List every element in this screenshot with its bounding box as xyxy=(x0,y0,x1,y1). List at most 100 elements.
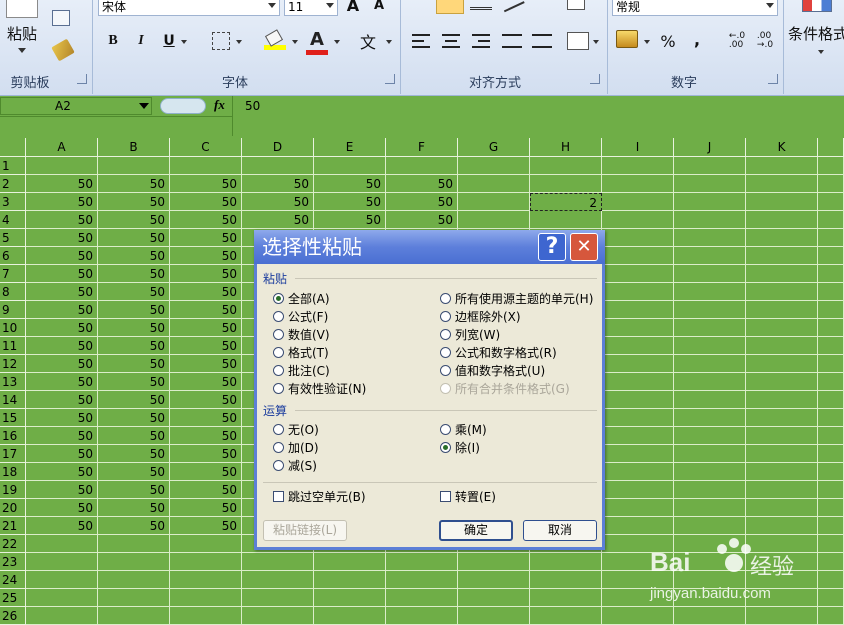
number-format-dropdown-icon[interactable] xyxy=(766,3,774,8)
cell-k16[interactable] xyxy=(746,427,818,445)
cell-l8[interactable] xyxy=(818,283,844,301)
cell-j10[interactable] xyxy=(674,319,746,337)
cell-b8[interactable]: 50 xyxy=(98,283,170,301)
paste-left-option-1[interactable]: 公式(F) xyxy=(273,308,328,324)
cell-d3[interactable]: 50 xyxy=(242,193,314,211)
cell-d4[interactable]: 50 xyxy=(242,211,314,229)
row-header-23[interactable]: 23 xyxy=(0,553,26,571)
cell-h1[interactable] xyxy=(530,157,602,175)
copy-icon[interactable] xyxy=(52,10,70,26)
cell-a22[interactable] xyxy=(26,535,98,553)
cell-f23[interactable] xyxy=(386,553,458,571)
paste-right-radio-2[interactable] xyxy=(440,328,451,340)
cell-j15[interactable] xyxy=(674,409,746,427)
formula-bar-handle[interactable] xyxy=(160,98,206,114)
column-header-h[interactable]: H xyxy=(530,138,602,157)
cell-i7[interactable] xyxy=(602,265,674,283)
cell-e2[interactable]: 50 xyxy=(314,175,386,193)
cell-a7[interactable]: 50 xyxy=(26,265,98,283)
cell-b12[interactable]: 50 xyxy=(98,355,170,373)
row-header-19[interactable]: 19 xyxy=(0,481,26,499)
cell-l7[interactable] xyxy=(818,265,844,283)
cell-j2[interactable] xyxy=(674,175,746,193)
cell-b7[interactable]: 50 xyxy=(98,265,170,283)
cell-a18[interactable]: 50 xyxy=(26,463,98,481)
paste-left-radio-2[interactable] xyxy=(273,328,284,340)
font-name-dropdown-icon[interactable] xyxy=(268,3,276,8)
percent-button[interactable]: % xyxy=(658,30,678,52)
cell-c20[interactable]: 50 xyxy=(170,499,242,517)
cell-g24[interactable] xyxy=(458,571,530,589)
paste-left-option-3[interactable]: 格式(T) xyxy=(273,344,329,360)
paste-right-option-2[interactable]: 列宽(W) xyxy=(440,326,500,342)
conditional-format-dropdown-icon[interactable] xyxy=(818,50,824,54)
cell-a13[interactable]: 50 xyxy=(26,373,98,391)
cell-a5[interactable]: 50 xyxy=(26,229,98,247)
orientation-icon[interactable] xyxy=(501,0,525,13)
cell-a24[interactable] xyxy=(26,571,98,589)
paste-right-option-0[interactable]: 所有使用源主题的单元(H) xyxy=(440,290,593,306)
cell-k14[interactable] xyxy=(746,391,818,409)
cell-e23[interactable] xyxy=(314,553,386,571)
cell-b26[interactable] xyxy=(98,607,170,625)
cell-j7[interactable] xyxy=(674,265,746,283)
cell-a23[interactable] xyxy=(26,553,98,571)
cell-b16[interactable]: 50 xyxy=(98,427,170,445)
paste-right-option-1[interactable]: 边框除外(X) xyxy=(440,308,521,324)
merge-center-icon[interactable] xyxy=(567,32,589,50)
cell-a1[interactable] xyxy=(26,157,98,175)
cell-b24[interactable] xyxy=(98,571,170,589)
column-header-overflow[interactable] xyxy=(818,138,844,157)
column-header-k[interactable]: K xyxy=(746,138,818,157)
phonetic-icon[interactable]: 文 xyxy=(356,30,380,52)
font-color-dropdown-icon[interactable] xyxy=(334,40,340,44)
paste-right-radio-4[interactable] xyxy=(440,364,451,376)
cell-c3[interactable]: 50 xyxy=(170,193,242,211)
cell-k17[interactable] xyxy=(746,445,818,463)
align-right-button[interactable] xyxy=(472,34,490,48)
paste-right-option-3[interactable]: 公式和数字格式(R) xyxy=(440,344,557,360)
row-header-5[interactable]: 5 xyxy=(0,229,26,247)
cell-e24[interactable] xyxy=(314,571,386,589)
cell-c14[interactable]: 50 xyxy=(170,391,242,409)
currency-icon[interactable] xyxy=(616,30,638,48)
cell-l11[interactable] xyxy=(818,337,844,355)
column-header-i[interactable]: I xyxy=(602,138,674,157)
cell-k21[interactable] xyxy=(746,517,818,535)
cell-l21[interactable] xyxy=(818,517,844,535)
cell-g4[interactable] xyxy=(458,211,530,229)
border-dropdown-icon[interactable] xyxy=(236,40,242,44)
cell-k20[interactable] xyxy=(746,499,818,517)
paste-left-radio-4[interactable] xyxy=(273,364,284,376)
row-header-11[interactable]: 11 xyxy=(0,337,26,355)
skip-blanks-box[interactable] xyxy=(273,490,284,502)
cell-c22[interactable] xyxy=(170,535,242,553)
operation-right-option-0[interactable]: 乘(M) xyxy=(440,421,487,437)
cell-b11[interactable]: 50 xyxy=(98,337,170,355)
transpose-box[interactable] xyxy=(440,490,451,502)
operation-right-radio-0[interactable] xyxy=(440,423,451,435)
conditional-format-button[interactable]: 条件格式 xyxy=(788,22,844,44)
cell-c15[interactable]: 50 xyxy=(170,409,242,427)
formula-input[interactable]: 50 xyxy=(232,96,844,136)
cell-j5[interactable] xyxy=(674,229,746,247)
cell-l3[interactable] xyxy=(818,193,844,211)
decrease-indent-button[interactable] xyxy=(502,34,522,48)
row-header-10[interactable]: 10 xyxy=(0,319,26,337)
cell-e26[interactable] xyxy=(314,607,386,625)
cell-c12[interactable]: 50 xyxy=(170,355,242,373)
row-header-17[interactable]: 17 xyxy=(0,445,26,463)
number-launcher-icon[interactable] xyxy=(768,74,778,84)
cell-i6[interactable] xyxy=(602,247,674,265)
cell-i2[interactable] xyxy=(602,175,674,193)
cell-c18[interactable]: 50 xyxy=(170,463,242,481)
row-header-20[interactable]: 20 xyxy=(0,499,26,517)
cell-j17[interactable] xyxy=(674,445,746,463)
column-header-a[interactable]: A xyxy=(26,138,98,157)
cell-b25[interactable] xyxy=(98,589,170,607)
cell-j3[interactable] xyxy=(674,193,746,211)
cell-a25[interactable] xyxy=(26,589,98,607)
cell-j13[interactable] xyxy=(674,373,746,391)
cell-i16[interactable] xyxy=(602,427,674,445)
cell-l17[interactable] xyxy=(818,445,844,463)
